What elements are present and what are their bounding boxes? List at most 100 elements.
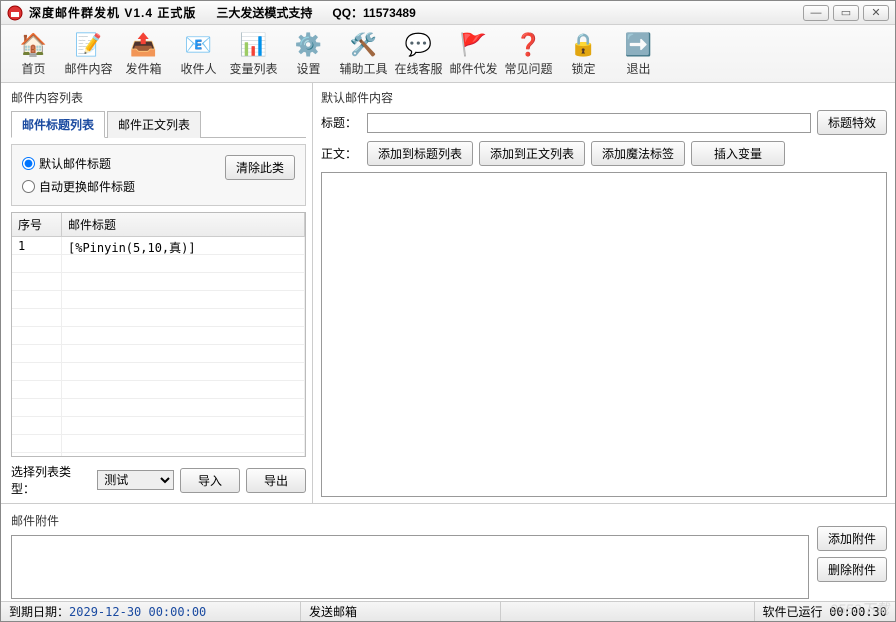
- cell-seq: [12, 381, 62, 398]
- tool-label: 发件箱: [125, 60, 161, 77]
- titlebar: 深度邮件群发机 V1.4 正式版 三大发送模式支持 QQ：11573489 — …: [1, 1, 895, 25]
- variables-icon: 📊: [240, 31, 268, 59]
- home-icon: 🏠: [20, 31, 48, 59]
- tool-online-support[interactable]: 💬在线客服: [392, 27, 445, 81]
- tab-subject-list[interactable]: 邮件标题列表: [11, 111, 105, 138]
- content-tabs: 邮件标题列表 邮件正文列表: [11, 110, 306, 138]
- grid-header-seq[interactable]: 序号: [12, 213, 62, 236]
- mail-content-icon: 📝: [75, 31, 103, 59]
- table-row[interactable]: [12, 435, 305, 453]
- cell-subject: [62, 435, 305, 452]
- cell-seq: [12, 417, 62, 434]
- subject-grid[interactable]: 序号 邮件标题 1[%Pinyin(5,10,真)]: [11, 212, 306, 457]
- cell-seq: 1: [12, 237, 62, 254]
- cell-seq: [12, 399, 62, 416]
- tool-recipients[interactable]: 📧收件人: [172, 27, 225, 81]
- cell-subject: [62, 255, 305, 272]
- table-row[interactable]: [12, 309, 305, 327]
- subject-input[interactable]: [367, 113, 811, 133]
- cell-subject: [62, 363, 305, 380]
- add-magic-tag-button[interactable]: 添加魔法标签: [591, 141, 685, 166]
- attachments-listbox[interactable]: [11, 535, 809, 599]
- table-row[interactable]: [12, 363, 305, 381]
- tool-label: 辅助工具: [339, 60, 387, 77]
- table-row[interactable]: [12, 381, 305, 399]
- cell-subject: [62, 417, 305, 434]
- tool-label: 设置: [296, 60, 320, 77]
- subject-effect-button[interactable]: 标题特效: [817, 110, 887, 135]
- cell-subject: [62, 453, 305, 456]
- tool-label: 常见问题: [504, 60, 552, 77]
- tool-label: 锁定: [571, 60, 595, 77]
- import-button[interactable]: 导入: [180, 468, 240, 493]
- right-section-title: 默认邮件内容: [321, 89, 887, 106]
- tool-mail-proxy[interactable]: 🚩邮件代发: [447, 27, 500, 81]
- table-row[interactable]: [12, 327, 305, 345]
- cell-seq: [12, 255, 62, 272]
- tool-aux-tools[interactable]: 🛠️辅助工具: [337, 27, 390, 81]
- cell-subject: [62, 291, 305, 308]
- tool-variables[interactable]: 📊变量列表: [227, 27, 280, 81]
- exit-icon: ➡️: [625, 31, 653, 59]
- cell-subject: [62, 399, 305, 416]
- tool-label: 收件人: [180, 60, 216, 77]
- cell-subject: [62, 327, 305, 344]
- body-textarea[interactable]: [321, 172, 887, 497]
- tab-body-list[interactable]: 邮件正文列表: [107, 111, 201, 138]
- export-button[interactable]: 导出: [246, 468, 306, 493]
- recipients-icon: 📧: [185, 31, 213, 59]
- tool-label: 邮件代发: [449, 60, 497, 77]
- table-row[interactable]: [12, 291, 305, 309]
- minimize-button[interactable]: —: [803, 5, 829, 21]
- window-subtitle: 三大发送模式支持: [216, 4, 312, 21]
- tool-home[interactable]: 🏠首页: [7, 27, 60, 81]
- mail-proxy-icon: 🚩: [460, 31, 488, 59]
- table-row[interactable]: 1[%Pinyin(5,10,真)]: [12, 237, 305, 255]
- table-row[interactable]: [12, 273, 305, 291]
- add-to-body-list-button[interactable]: 添加到正文列表: [479, 141, 585, 166]
- cell-subject: [62, 381, 305, 398]
- maximize-button[interactable]: ▭: [833, 5, 859, 21]
- tool-label: 变量列表: [229, 60, 277, 77]
- tool-settings[interactable]: ⚙️设置: [282, 27, 335, 81]
- list-type-label: 选择列表类型：: [11, 463, 91, 497]
- send-mailbox-label: 发送邮箱: [309, 603, 357, 620]
- app-icon: [7, 5, 23, 21]
- table-row[interactable]: [12, 345, 305, 363]
- tool-mail-content[interactable]: 📝邮件内容: [62, 27, 115, 81]
- delete-attachment-button[interactable]: 删除附件: [817, 557, 887, 582]
- add-attachment-button[interactable]: 添加附件: [817, 526, 887, 551]
- table-row[interactable]: [12, 255, 305, 273]
- clear-category-button[interactable]: 清除此类: [225, 155, 295, 180]
- body-label: 正文：: [321, 145, 361, 162]
- online-support-icon: 💬: [405, 31, 433, 59]
- table-row[interactable]: [12, 399, 305, 417]
- insert-variable-button[interactable]: 插入变量: [691, 141, 785, 166]
- cell-subject: [62, 345, 305, 362]
- window-title: 深度邮件群发机 V1.4 正式版: [29, 4, 196, 21]
- expire-value: 2029-12-30 00:00:00: [69, 605, 206, 619]
- tool-lock[interactable]: 🔒锁定: [557, 27, 610, 81]
- tool-exit[interactable]: ➡️退出: [612, 27, 665, 81]
- grid-header-subject[interactable]: 邮件标题: [62, 213, 305, 236]
- tool-label: 首页: [21, 60, 45, 77]
- cell-seq: [12, 273, 62, 290]
- list-type-select[interactable]: 测试: [97, 470, 174, 490]
- cell-seq: [12, 363, 62, 380]
- outbox-icon: 📤: [130, 31, 158, 59]
- attachments-label: 邮件附件: [11, 512, 809, 529]
- cell-seq: [12, 291, 62, 308]
- radio-default-subject[interactable]: 默认邮件标题: [22, 155, 135, 172]
- tool-label: 在线客服: [394, 60, 442, 77]
- table-row[interactable]: [12, 453, 305, 456]
- cell-subject: [62, 309, 305, 326]
- subject-label: 标题：: [321, 114, 361, 131]
- tool-outbox[interactable]: 📤发件箱: [117, 27, 170, 81]
- tool-faq[interactable]: ❓常见问题: [502, 27, 555, 81]
- close-button[interactable]: ✕: [863, 5, 889, 21]
- add-to-subject-list-button[interactable]: 添加到标题列表: [367, 141, 473, 166]
- runtime-value: 00:00:30: [829, 605, 887, 619]
- radio-auto-change-subject[interactable]: 自动更换邮件标题: [22, 178, 135, 195]
- table-row[interactable]: [12, 417, 305, 435]
- aux-tools-icon: 🛠️: [350, 31, 378, 59]
